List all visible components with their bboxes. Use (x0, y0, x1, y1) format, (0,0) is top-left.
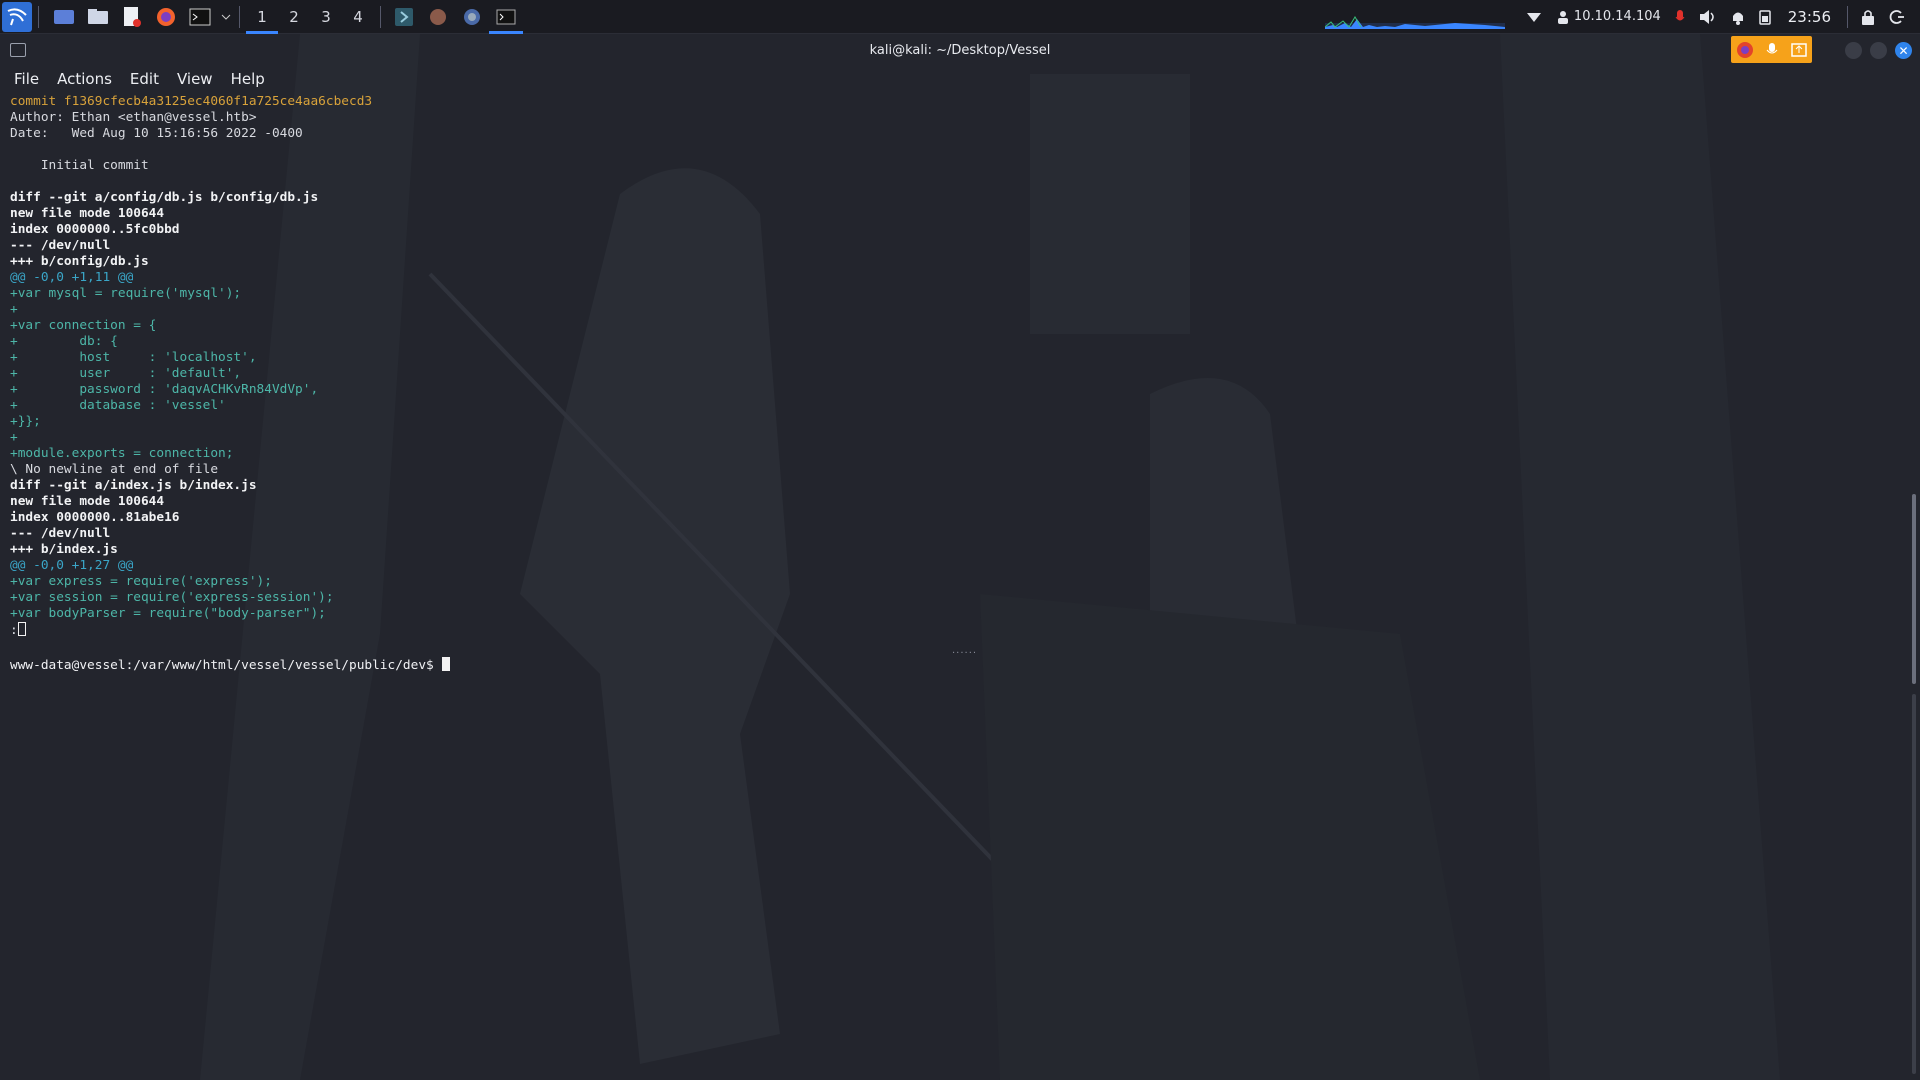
terminal-line: + db: { (10, 334, 118, 349)
vpn-indicator[interactable]: 10.10.14.104 (1556, 0, 1661, 34)
terminal-line: +var session = require('express-session'… (10, 590, 334, 605)
terminal-line: new file mode 100644 (10, 206, 165, 221)
share-screen-icon[interactable] (1785, 36, 1812, 63)
terminal-line: +++ b/index.js (10, 542, 118, 557)
terminal-icon (10, 43, 26, 57)
terminal-icon (496, 9, 516, 24)
terminal-line: +var bodyParser = require("body-parser")… (10, 606, 326, 621)
maximize-button[interactable] (1870, 42, 1887, 59)
desktop-icon[interactable] (49, 2, 79, 32)
close-icon: ✕ (1898, 43, 1909, 58)
pager-prompt-text: : (10, 623, 18, 638)
menu-actions[interactable]: Actions (57, 70, 112, 88)
file-manager-icon[interactable] (83, 2, 113, 32)
wifi-icon[interactable] (1526, 0, 1542, 34)
minimize-button[interactable] (1845, 42, 1862, 59)
terminal-line: @@ -0,0 +1,27 @@ (10, 558, 134, 573)
volume-icon[interactable] (1699, 0, 1717, 34)
menu-bar: File Actions Edit View Help (0, 66, 1920, 92)
menu-view[interactable]: View (177, 70, 213, 88)
scrollbar-track[interactable] (1912, 694, 1916, 1074)
terminal-line: + database : 'vessel' (10, 398, 226, 413)
firefox-icon[interactable] (1731, 36, 1758, 63)
terminal-line: + (10, 430, 18, 445)
top-panel: 1 2 3 4 10.10.14.104 23:56 (0, 0, 1920, 34)
terminal-line: diff --git a/config/db.js b/config/db.js (10, 190, 319, 205)
workspace-3[interactable]: 3 (310, 0, 342, 34)
terminal-line: @@ -0,0 +1,11 @@ (10, 270, 134, 285)
network-graph (1324, 5, 1505, 29)
terminal-line: Date: Wed Aug 10 15:16:56 2022 -0400 (10, 126, 303, 141)
browser-icon (464, 8, 480, 25)
terminal-line: index 0000000..5fc0bbd (10, 222, 180, 237)
workspace-4[interactable]: 4 (342, 0, 374, 34)
terminal-line: + password : 'daqvACHKvRn84VdVp', (10, 382, 319, 397)
task-terminal[interactable] (489, 0, 523, 34)
terminal-output[interactable]: commit f1369cfecb4a3125ec4060f1a725ce4aa… (0, 92, 1920, 673)
terminal-line: + user : 'default', (10, 366, 242, 381)
task-firefox[interactable] (421, 0, 455, 34)
lock-icon[interactable] (1861, 0, 1875, 34)
clock[interactable]: 23:56 (1788, 8, 1831, 26)
terminal-line: Author: Ethan <ethan@vessel.htb> (10, 110, 257, 125)
menu-file[interactable]: File (14, 70, 39, 88)
task-browser[interactable] (455, 0, 489, 34)
workspace-2[interactable]: 2 (278, 0, 310, 34)
terminal-line: \ No newline at end of file (10, 462, 219, 477)
text-cursor (442, 657, 451, 671)
text-editor-icon[interactable] (117, 2, 147, 32)
burp-icon (395, 7, 413, 26)
terminal-line: +var mysql = require('mysql'); (10, 286, 242, 301)
battery-icon[interactable] (1759, 0, 1771, 34)
window-title: kali@kali: ~/Desktop/Vessel (869, 42, 1051, 58)
scrollbar-thumb[interactable] (1912, 494, 1916, 684)
pager-cursor (17, 622, 26, 636)
terminal-line: --- /dev/null (10, 526, 111, 541)
terminal-line: +++ b/config/db.js (10, 254, 149, 269)
menu-edit[interactable]: Edit (130, 70, 159, 88)
resize-handle[interactable]: ······ (952, 648, 977, 659)
terminal-line: index 0000000..81abe16 (10, 510, 180, 525)
terminal-line: Initial commit (10, 158, 149, 173)
terminal-window[interactable]: kali@kali: ~/Desktop/Vessel ✕ File Actio… (0, 34, 1920, 1080)
terminal-line: commit f1369cfecb4a3125ec4060f1a725ce4aa… (10, 94, 373, 109)
terminal-line: --- /dev/null (10, 238, 111, 253)
kali-menu-icon[interactable] (2, 1, 32, 32)
terminal-line: +}}; (10, 414, 41, 429)
terminal-line: diff --git a/index.js b/index.js (10, 478, 257, 493)
notification-bell-icon[interactable] (1731, 0, 1745, 34)
terminal-line: + host : 'localhost', (10, 350, 257, 365)
window-titlebar[interactable]: kali@kali: ~/Desktop/Vessel ✕ (0, 34, 1920, 66)
close-button[interactable]: ✕ (1895, 42, 1912, 59)
microphone-icon[interactable] (1758, 36, 1785, 63)
user-icon (1557, 10, 1568, 24)
task-burp[interactable] (387, 0, 421, 34)
workspace-1[interactable]: 1 (246, 0, 278, 34)
terminal-line: +module.exports = connection; (10, 446, 234, 461)
microphone-icon[interactable] (1675, 0, 1685, 34)
shell-prompt-line[interactable]: www-data@vessel:/var/www/html/vessel/ves… (10, 657, 1920, 673)
terminal-line: +var connection = { (10, 318, 157, 333)
terminal-line: + (10, 302, 18, 317)
shell-prompt: www-data@vessel:/var/www/html/vessel/ves… (10, 658, 442, 673)
overlay-toolbar (1731, 36, 1812, 63)
firefox-icon[interactable] (151, 2, 181, 32)
terminal-line: +var express = require('express'); (10, 574, 272, 589)
terminal-icon[interactable] (185, 2, 215, 32)
pager-prompt[interactable]: : (10, 622, 1920, 638)
chevron-down-icon[interactable] (219, 2, 233, 32)
firefox-icon (430, 8, 446, 25)
terminal-line: new file mode 100644 (10, 494, 165, 509)
logout-icon[interactable] (1889, 0, 1905, 34)
menu-help[interactable]: Help (231, 70, 265, 88)
